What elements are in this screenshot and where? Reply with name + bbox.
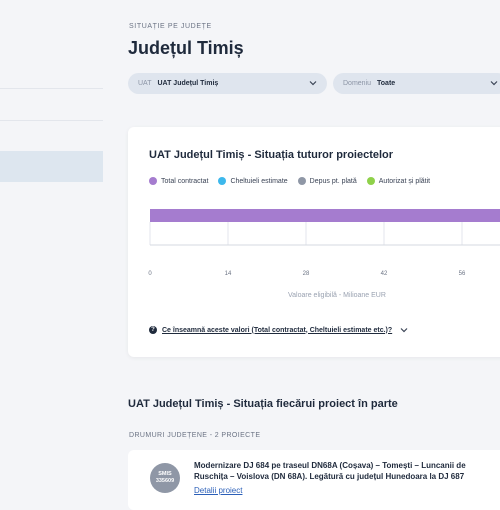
domain-filter-select[interactable]: Domeniu Toate xyxy=(333,73,500,94)
x-tick-label: 28 xyxy=(303,271,310,277)
uat-filter-select[interactable]: UAT UAT Județul Timiș xyxy=(128,73,327,94)
smis-label: SMIS xyxy=(158,471,172,477)
legend-label: Depus pt. plată xyxy=(309,177,357,185)
domain-filter-value: Toate xyxy=(377,80,396,87)
faq-toggle[interactable]: ? Ce înseamnă aceste valori (Total contr… xyxy=(149,326,408,334)
question-icon: ? xyxy=(149,326,157,334)
legend-item[interactable]: Autorizat și plătit xyxy=(366,177,431,185)
chevron-down-icon xyxy=(309,81,317,86)
legend-label: Cheltuieli estimate xyxy=(230,177,288,185)
x-tick-label: 0 xyxy=(148,271,152,277)
section-title: UAT Județul Timiș - Situația fiecărui pr… xyxy=(128,398,398,410)
legend-dot xyxy=(297,177,306,185)
summary-card: UAT Județul Timiș - Situația tuturor pro… xyxy=(128,127,500,357)
page-title: Județul Timiș xyxy=(128,38,244,58)
project-title-line: Ruschița – Voislova (DN 68A). Legătură c… xyxy=(194,472,465,481)
smis-badge: SMIS 335609 xyxy=(150,463,180,493)
sidebar-item-active[interactable] xyxy=(0,151,103,182)
legend-dot xyxy=(366,177,375,185)
project-title: Modernizare DJ 684 pe traseul DN68A (Coș… xyxy=(194,460,500,482)
x-tick-label: 42 xyxy=(381,271,388,277)
project-title-line: Modernizare DJ 684 pe traseul DN68A (Coș… xyxy=(194,461,466,470)
legend-item[interactable]: Total contractat xyxy=(149,177,208,185)
uat-filter-label: UAT xyxy=(138,80,152,87)
sidebar-divider xyxy=(0,120,103,121)
legend-label: Autorizat și plătit xyxy=(378,177,431,185)
faq-text: Ce înseamnă aceste valori (Total contrac… xyxy=(162,326,393,334)
legend-dot xyxy=(218,177,227,185)
legend-dot xyxy=(149,177,157,185)
chevron-down-icon xyxy=(400,328,408,333)
project-details-link[interactable]: Detalii proiect xyxy=(194,486,242,495)
chevron-down-icon xyxy=(490,81,498,86)
bar-chart: 0 14 28 42 56 xyxy=(148,209,500,277)
sidebar-divider xyxy=(0,88,103,89)
project-card: SMIS 335609 Modernizare DJ 684 pe traseu… xyxy=(128,450,500,510)
group-label: DRUMURI JUDEȚENE - 2 PROIECTE xyxy=(129,432,261,439)
sidebar xyxy=(0,0,103,500)
x-axis-label-text: Valoare eligibilă - Milioane EUR xyxy=(288,292,386,299)
uat-filter-value: UAT Județul Timiș xyxy=(157,80,219,87)
page-eyebrow: SITUAȚIE PE JUDEȚE xyxy=(129,23,212,30)
domain-filter-label: Domeniu xyxy=(343,80,372,87)
x-tick-label: 56 xyxy=(459,271,466,277)
bar-total-contractat[interactable] xyxy=(150,209,500,222)
chart-legend: Total contractat Cheltuieli estimate Dep… xyxy=(149,177,440,185)
card-title: UAT Județul Timiș - Situația tuturor pro… xyxy=(149,149,394,161)
smis-code: 335609 xyxy=(155,478,175,484)
legend-label: Total contractat xyxy=(161,177,209,185)
x-tick-label: 14 xyxy=(225,271,232,277)
legend-item[interactable]: Cheltuieli estimate xyxy=(218,177,288,185)
legend-item[interactable]: Depus pt. plată xyxy=(297,177,357,185)
